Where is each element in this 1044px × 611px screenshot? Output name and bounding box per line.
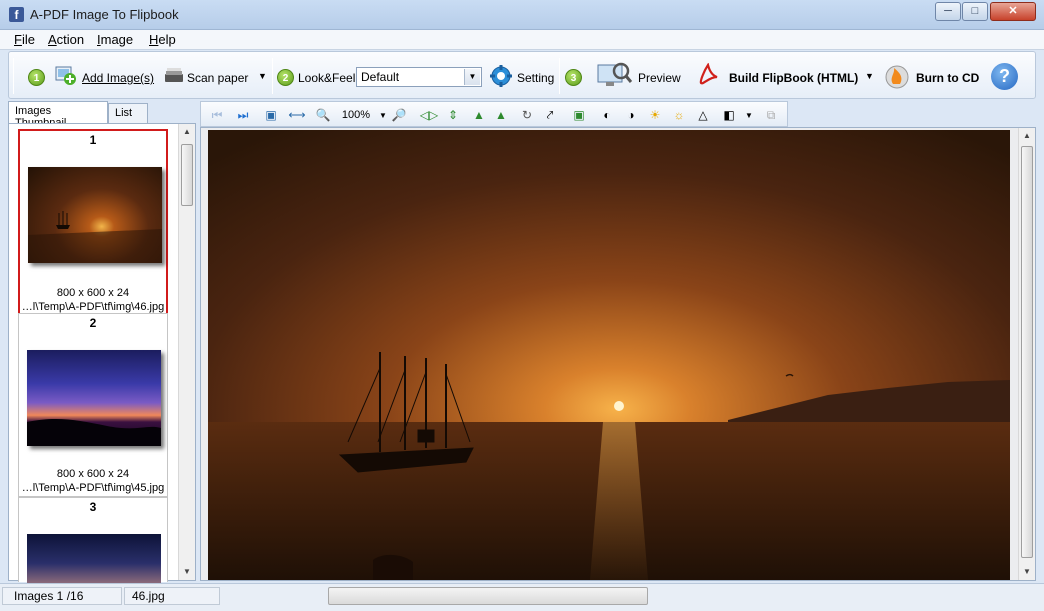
zoom-out-icon[interactable]: 🔎	[391, 107, 407, 123]
contrast-increase-icon[interactable]: ◑	[623, 107, 639, 123]
preview-button[interactable]: Preview	[638, 71, 681, 85]
thumbnail-scrollbar[interactable]: ▲ ▼	[178, 124, 195, 580]
zoom-in-icon[interactable]: 🔍	[315, 107, 331, 123]
thumbnail-index: 1	[89, 133, 97, 147]
status-scrollbar[interactable]	[328, 587, 648, 605]
build-flipbook-button[interactable]: Build FlipBook (HTML)	[729, 71, 858, 85]
scroll-thumb[interactable]	[181, 144, 193, 206]
reset-image-icon[interactable]: ⧉	[763, 107, 779, 123]
title-bar[interactable]: f A-PDF Image To Flipbook ─ □ ✕	[0, 0, 1044, 30]
burn-cd-button[interactable]: Burn to CD	[916, 71, 979, 85]
menu-bar: File Action Image Help	[0, 30, 1044, 50]
look-feel-value: Default	[361, 70, 400, 84]
step-1-badge: 1	[28, 69, 45, 86]
thumbnail-index: 2	[89, 316, 97, 330]
image-settings-icon[interactable]: ▣	[571, 107, 587, 123]
thumbnail-image	[27, 350, 161, 446]
thumbnail-image	[27, 534, 161, 583]
thumbnail-image	[28, 167, 162, 263]
thumbnail-item-3[interactable]: 3	[18, 497, 168, 583]
scroll-thumb[interactable]	[1021, 146, 1033, 558]
scroll-up-button[interactable]: ▲	[1019, 128, 1035, 144]
menu-action[interactable]: Action	[48, 32, 84, 47]
main-toolbar: 1 Add Image(s) Scan paper ▼ 2 Look&Feel:…	[8, 51, 1036, 99]
thumbnail-size: 800 x 600 x 24	[56, 468, 130, 480]
flip-vertical-icon[interactable]: ⇕	[445, 107, 461, 123]
toolbar-separator	[272, 58, 273, 94]
fit-image-icon[interactable]: ▣	[263, 107, 279, 123]
window-title: A-PDF Image To Flipbook	[30, 7, 179, 22]
menu-help[interactable]: Help	[149, 32, 176, 47]
image-toolbar: ⏮ ⏭ ▣ ⟷ 🔍 100% ▼ 🔎 ◁▷ ⇕ ▲ ▲ ↻ ⤤ ▣ ◐ ◑ ☀ …	[200, 101, 788, 127]
zoom-dropdown-arrow[interactable]: ▼	[375, 107, 391, 123]
thumbnail-item-2[interactable]: 2 800 x 600 x 24 …l\Temp\A-PDF\tf\img\45…	[18, 313, 168, 497]
add-image-button[interactable]: Add Image(s)	[82, 71, 154, 85]
status-image-count: Images 1 /16	[14, 589, 84, 603]
look-feel-label: Look&Feel:	[298, 71, 359, 85]
build-dropdown-arrow[interactable]: ▼	[865, 71, 874, 81]
step-2-badge: 2	[277, 69, 294, 86]
sharpen-icon[interactable]: △	[695, 107, 711, 123]
thumbnail-path: …l\Temp\A-PDF\tf\img\46.jpg	[21, 301, 165, 313]
scroll-down-button[interactable]: ▼	[179, 564, 195, 580]
menu-image[interactable]: Image	[97, 32, 133, 47]
color-mode-dropdown-arrow[interactable]: ▼	[741, 107, 757, 123]
color-mode-icon[interactable]: ◧	[721, 107, 737, 123]
maximize-button[interactable]: □	[962, 2, 988, 21]
close-button[interactable]: ✕	[990, 2, 1036, 21]
crop-icon[interactable]: ⤤	[542, 107, 558, 123]
tab-list[interactable]: List	[108, 103, 148, 123]
chevron-down-icon[interactable]: ▼	[464, 69, 480, 85]
scan-paper-button[interactable]: Scan paper	[187, 71, 248, 85]
scanner-icon[interactable]	[163, 65, 185, 87]
status-bar: Images 1 /16 46.jpg	[0, 583, 1044, 611]
first-page-icon[interactable]: ⏮	[209, 107, 225, 123]
menu-file[interactable]: File	[14, 32, 35, 47]
preview-icon[interactable]	[597, 61, 633, 91]
scroll-down-button[interactable]: ▼	[1019, 564, 1035, 580]
help-icon[interactable]: ?	[991, 63, 1018, 90]
rotate-icon[interactable]: ↻	[519, 107, 535, 123]
toolbar-grip	[13, 58, 14, 94]
thumbnail-tabs: Images Thumbnail List	[8, 101, 196, 129]
burn-cd-icon[interactable]	[883, 62, 911, 90]
toolbar-separator	[559, 58, 560, 94]
main-image	[208, 130, 1010, 580]
thumbnail-index: 3	[89, 500, 97, 514]
scan-dropdown-arrow[interactable]: ▼	[258, 71, 267, 81]
thumbnail-path: …l\Temp\A-PDF\tf\img\45.jpg	[21, 482, 165, 494]
status-filename: 46.jpg	[132, 589, 165, 603]
app-icon: f	[9, 7, 24, 22]
thumbnail-panel[interactable]: 1 800 x 600 x 24 …l\Temp\A-PDF\tf\img\46…	[8, 123, 196, 583]
brightness-increase-icon[interactable]: ☀	[647, 107, 663, 123]
rotate-left-icon[interactable]: ▲	[471, 107, 487, 123]
image-viewer[interactable]: ▲ ▼	[200, 127, 1036, 581]
gear-icon[interactable]	[489, 64, 513, 88]
scroll-up-button[interactable]: ▲	[179, 124, 195, 140]
brightness-decrease-icon[interactable]: ☼	[671, 107, 687, 123]
tab-images-thumbnail[interactable]: Images Thumbnail	[8, 101, 108, 129]
setting-button[interactable]: Setting	[517, 71, 554, 85]
flip-horizontal-icon[interactable]: ◁▷	[420, 107, 438, 123]
look-feel-select[interactable]: Default ▼	[356, 67, 482, 87]
minimize-button[interactable]: ─	[935, 2, 961, 21]
step-3-badge: 3	[565, 69, 582, 86]
pdf-icon[interactable]	[697, 63, 719, 87]
thumbnail-size: 800 x 600 x 24	[56, 287, 130, 299]
rotate-right-icon[interactable]: ▲	[493, 107, 509, 123]
next-page-icon[interactable]: ⏭	[235, 107, 251, 123]
viewer-scrollbar[interactable]: ▲ ▼	[1018, 128, 1035, 580]
thumbnail-item-1[interactable]: 1 800 x 600 x 24 …l\Temp\A-PDF\tf\img\46…	[18, 129, 168, 315]
contrast-decrease-icon[interactable]: ◐	[599, 107, 615, 123]
add-image-icon[interactable]	[55, 64, 77, 86]
fit-width-icon[interactable]: ⟷	[288, 107, 305, 123]
zoom-level[interactable]: 100%	[336, 107, 376, 123]
